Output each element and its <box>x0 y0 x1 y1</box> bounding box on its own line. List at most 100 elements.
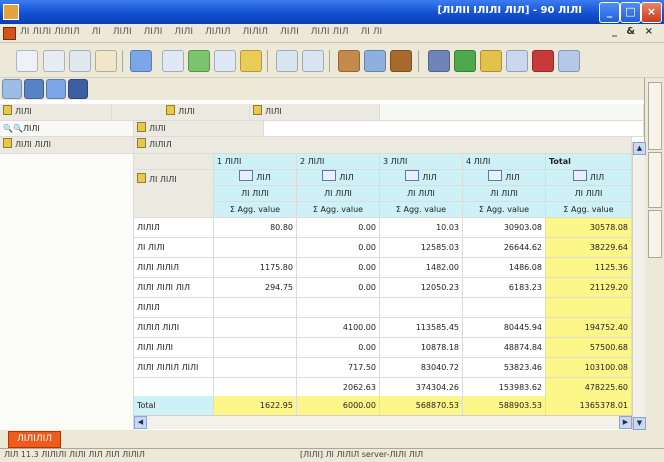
sheet-tab[interactable]: ЛІЛІЛІЛ <box>8 431 62 448</box>
menu-item-5[interactable]: ЛІЛІ <box>174 27 193 37</box>
col-header-total[interactable]: Total <box>546 154 632 170</box>
checkbox-icon[interactable] <box>322 170 337 181</box>
total-cell[interactable]: 1125.36 <box>546 258 632 278</box>
settings-icon[interactable] <box>162 50 184 72</box>
data-cell[interactable] <box>214 378 297 398</box>
scroll-right-icon[interactable]: ▶ <box>619 416 632 429</box>
total-row-cell[interactable]: 568870.53 <box>380 396 463 416</box>
data-cell[interactable]: 80445.94 <box>463 318 546 338</box>
search-icon[interactable]: 🔍 <box>3 124 13 133</box>
scroll-left-icon[interactable]: ◀ <box>134 416 147 429</box>
book-icon[interactable] <box>428 50 450 72</box>
menu-item-7[interactable]: ЛІЛІЛ <box>242 27 268 37</box>
checkbox-icon[interactable] <box>405 170 420 181</box>
folder-icon[interactable] <box>480 50 502 72</box>
layout-icon[interactable] <box>46 79 66 99</box>
grand-total-cell[interactable]: 1365378.01 <box>546 396 632 416</box>
row-label[interactable]: ЛІЛІ ЛІЛІЛ ЛІЛІ <box>134 358 214 378</box>
notes-icon[interactable] <box>506 50 528 72</box>
row-label[interactable] <box>134 378 214 398</box>
data-cell[interactable] <box>463 298 546 318</box>
vertical-scrollbar[interactable]: ▲ ▼ <box>632 142 646 430</box>
measure-toggle-5[interactable]: ЛІЛ <box>546 170 632 186</box>
col-header-4[interactable]: 4 ЛІЛІ <box>463 154 546 170</box>
measure-toggle-3[interactable]: ЛІЛ <box>380 170 463 186</box>
data-cell[interactable] <box>214 318 297 338</box>
data-cell[interactable]: 26644.62 <box>463 238 546 258</box>
close-button[interactable]: × <box>641 2 662 23</box>
grid-icon[interactable] <box>302 50 324 72</box>
filter-icon[interactable]: 🔍 <box>13 124 23 133</box>
data-cell[interactable]: 1482.00 <box>380 258 463 278</box>
paste-icon[interactable] <box>95 50 117 72</box>
measure-toggle-1[interactable]: ЛІЛ <box>214 170 297 186</box>
data-cell[interactable]: 6183.23 <box>463 278 546 298</box>
data-cell[interactable]: 10.03 <box>380 218 463 238</box>
row-label[interactable]: ЛІЛІ ЛІЛІ ЛІЛ <box>134 278 214 298</box>
calendar-icon[interactable] <box>532 50 554 72</box>
data-cell[interactable]: 717.50 <box>297 358 380 378</box>
dock-tab-1[interactable] <box>648 82 662 150</box>
total-cell[interactable] <box>546 298 632 318</box>
menu-item-4[interactable]: ЛІЛІ <box>144 27 163 37</box>
total-cell[interactable]: 21129.20 <box>546 278 632 298</box>
refresh-icon[interactable] <box>188 50 210 72</box>
col-header-3[interactable]: 3 ЛІЛІ <box>380 154 463 170</box>
data-cell[interactable]: 0.00 <box>297 338 380 358</box>
data-cell[interactable]: 1175.80 <box>214 258 297 278</box>
network-icon[interactable] <box>68 79 88 99</box>
column-field-chip[interactable]: ЛІЛІ <box>134 121 264 137</box>
field-chip-3[interactable]: ЛІЛІ <box>250 104 380 121</box>
row-label[interactable]: ЛІ ЛІЛІ <box>134 238 214 258</box>
dock-tab-2[interactable] <box>648 152 662 208</box>
data-cell[interactable]: 12050.23 <box>380 278 463 298</box>
data-cell[interactable]: 0.00 <box>297 258 380 278</box>
new-icon[interactable] <box>43 50 65 72</box>
data-cell[interactable] <box>297 298 380 318</box>
scroll-up-icon[interactable]: ▲ <box>633 142 646 155</box>
total-cell[interactable]: 38229.64 <box>546 238 632 258</box>
dock-tab-3[interactable] <box>648 210 662 258</box>
data-cell[interactable] <box>214 358 297 378</box>
mdi-window-controls[interactable]: _ & × <box>612 26 656 37</box>
chart-icon[interactable] <box>276 50 298 72</box>
menu-item-6[interactable]: ЛІЛІЛ <box>205 27 231 37</box>
total-cell[interactable]: 57500.68 <box>546 338 632 358</box>
data-cell[interactable]: 2062.63 <box>297 378 380 398</box>
data-cell[interactable] <box>214 298 297 318</box>
users-icon[interactable] <box>130 50 152 72</box>
col-header-2[interactable]: 2 ЛІЛІ <box>297 154 380 170</box>
row-label[interactable]: ЛІЛІ ЛІЛІЛ <box>134 258 214 278</box>
row-field-header[interactable]: ЛІ ЛІЛІ <box>134 170 214 218</box>
total-cell[interactable]: 194752.40 <box>546 318 632 338</box>
data-cell[interactable]: 1486.08 <box>463 258 546 278</box>
data-cell[interactable]: 12585.03 <box>380 238 463 258</box>
report-icon[interactable] <box>24 79 44 99</box>
menu-item-8[interactable]: ЛІЛІ <box>280 27 299 37</box>
measure-toggle-2[interactable]: ЛІЛ <box>297 170 380 186</box>
menu-item-9[interactable]: ЛІЛІ ЛІЛ <box>311 27 349 37</box>
data-cell[interactable] <box>214 338 297 358</box>
menu-item-2[interactable]: ЛІ <box>91 27 100 37</box>
data-cell[interactable] <box>380 298 463 318</box>
total-cell[interactable]: 478225.60 <box>546 378 632 398</box>
measure-toggle-4[interactable]: ЛІЛ <box>463 170 546 186</box>
data-cell[interactable]: 53823.46 <box>463 358 546 378</box>
field-chip-2[interactable]: ЛІЛІ <box>112 104 250 121</box>
total-row-label[interactable]: Total <box>134 396 214 416</box>
field-chip-1[interactable]: ЛІЛІ <box>0 104 112 121</box>
checkbox-icon[interactable] <box>572 170 587 181</box>
data-cell[interactable] <box>214 238 297 258</box>
data-cell[interactable]: 80.80 <box>214 218 297 238</box>
column-field-value-chip[interactable]: ЛІЛІЛ <box>134 137 632 154</box>
checkbox-icon[interactable] <box>488 170 503 181</box>
checkbox-icon[interactable] <box>239 170 254 181</box>
data-cell[interactable]: 0.00 <box>297 278 380 298</box>
group-icon[interactable] <box>364 50 386 72</box>
total-row-cell[interactable]: 1622.95 <box>214 396 297 416</box>
total-row-cell[interactable]: 6000.00 <box>297 396 380 416</box>
data-cell[interactable]: 0.00 <box>297 238 380 258</box>
minimize-button[interactable]: _ <box>599 2 620 23</box>
data-cell[interactable]: 48874.84 <box>463 338 546 358</box>
total-row-cell[interactable]: 588903.53 <box>463 396 546 416</box>
